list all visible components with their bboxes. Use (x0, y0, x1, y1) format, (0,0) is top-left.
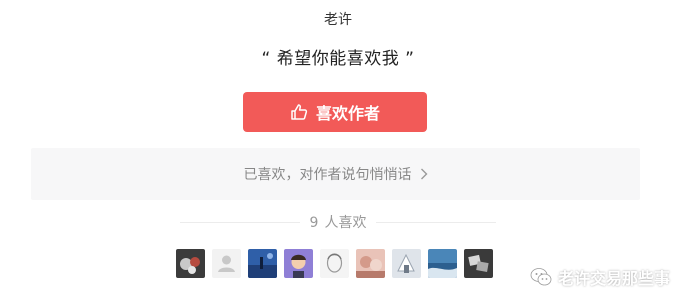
avatar[interactable] (428, 249, 457, 278)
watermark-text: 老许交易那些事 (557, 269, 670, 288)
chevron-right-icon (420, 168, 428, 180)
avatar[interactable] (284, 249, 313, 278)
like-author-label: 喜欢作者 (315, 104, 380, 123)
avatar[interactable] (176, 249, 205, 278)
likes-count-label: 人喜欢 (324, 215, 367, 231)
avatar[interactable] (212, 249, 241, 278)
wechat-icon (530, 267, 552, 287)
likes-count-row: 9 人喜欢 (180, 210, 497, 234)
avatar[interactable] (392, 249, 421, 278)
like-author-panel: 老许 “ 希望你能喜欢我 ” 喜欢作者 已喜欢，对作者说句悄悄话 9 人喜欢 老… (0, 0, 676, 306)
thumbs-up-icon (290, 103, 308, 121)
author-name: 老许 (324, 12, 352, 28)
watermark: 老许交易那些事 (530, 265, 670, 289)
avatar[interactable] (356, 249, 385, 278)
avatar[interactable] (248, 249, 277, 278)
whisper-message-text: 已喜欢，对作者说句悄悄话 (243, 167, 412, 183)
author-quote: “ 希望你能喜欢我 ” (261, 49, 415, 69)
like-author-button[interactable]: 喜欢作者 (243, 92, 427, 132)
divider-right (376, 221, 497, 223)
whisper-message-box[interactable]: 已喜欢，对作者说句悄悄话 (31, 148, 640, 200)
avatar[interactable] (320, 249, 349, 278)
likes-count: 9 人喜欢 (300, 212, 377, 232)
divider-left (180, 221, 300, 223)
avatar[interactable] (464, 249, 493, 278)
liker-avatars (176, 249, 493, 278)
likes-count-number: 9 (309, 215, 319, 231)
